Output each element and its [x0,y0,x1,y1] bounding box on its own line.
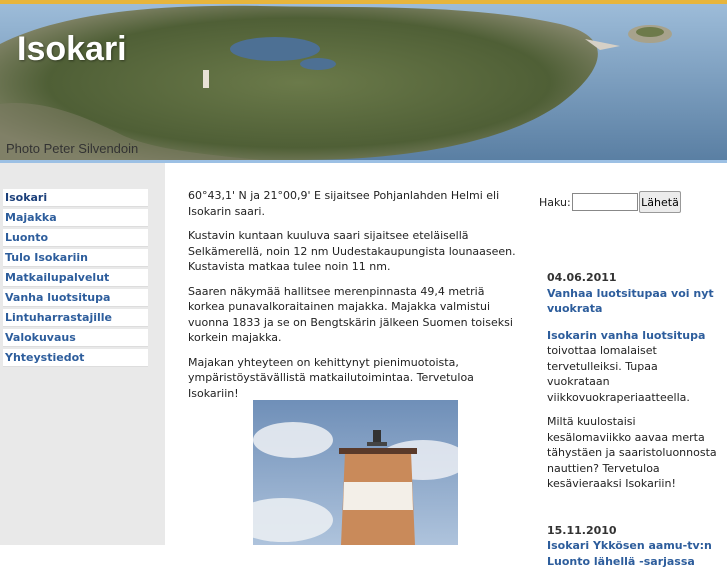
nav-item-yhteystiedot[interactable]: Yhteystiedot [3,349,148,367]
search-label: Haku: [539,196,571,209]
news-date: 15.11.2010 [547,523,617,537]
header-banner: Isokari Photo Peter Silvendoin [0,4,727,160]
photo-credit: Photo Peter Silvendoin [6,141,139,156]
search-input[interactable] [572,193,638,211]
nav-item-majakka[interactable]: Majakka [3,209,148,227]
location-paragraph: Kustavin kuntaan kuuluva saari sijaitsee… [188,229,516,273]
news-text: Miltä kuulostaisi kesälomaviikko aavaa m… [547,415,717,490]
news-link[interactable]: Isokarin vanha luotsitupa [547,328,722,344]
island-aerial-photo [0,4,727,160]
intro-paragraph: 60°43,1' N ja 21°00,9' E sijaitsee Pohja… [188,189,500,218]
main-content: 60°43,1' N ja 21°00,9' E sijaitsee Pohja… [188,188,523,410]
lighthouse-paragraph: Saaren näkymää hallitsee merenpinnasta 4… [188,284,513,345]
news-text: toivottaa lomalaiset tervetulleiksi. Tup… [547,344,690,404]
main-nav: Isokari Majakka Luonto Tulo Isokariin Ma… [3,189,148,369]
nav-item-valokuvaus[interactable]: Valokuvaus [3,329,148,347]
news-title-link[interactable]: Vanhaa luotsitupaa voi nyt vuokrata [547,286,722,317]
lighthouse-photo [253,400,458,545]
news-title-link[interactable]: Isokari Ykkösen aamu-tv:n Luonto lähellä… [547,538,722,569]
site-title: Isokari [17,30,127,68]
nav-item-matkailupalvelut[interactable]: Matkailupalvelut [3,269,148,287]
nav-item-lintuharrastajille[interactable]: Lintuharrastajille [3,309,148,327]
search-submit-button[interactable]: Lähetä [639,191,681,213]
nav-item-vanha-luotsitupa[interactable]: Vanha luotsitupa [3,289,148,307]
nav-item-luonto[interactable]: Luonto [3,229,148,247]
tourism-paragraph: Majakan yhteyteen on kehittynyt pienimuo… [188,355,474,400]
news-date: 04.06.2011 [547,271,617,284]
sidebar: Isokari Majakka Luonto Tulo Isokariin Ma… [0,163,165,545]
nav-item-tulo-isokariin[interactable]: Tulo Isokariin [3,249,148,267]
nav-item-isokari[interactable]: Isokari [3,189,148,207]
news-column: 04.06.2011 Vanhaa luotsitupaa voi nyt vu… [547,270,722,569]
